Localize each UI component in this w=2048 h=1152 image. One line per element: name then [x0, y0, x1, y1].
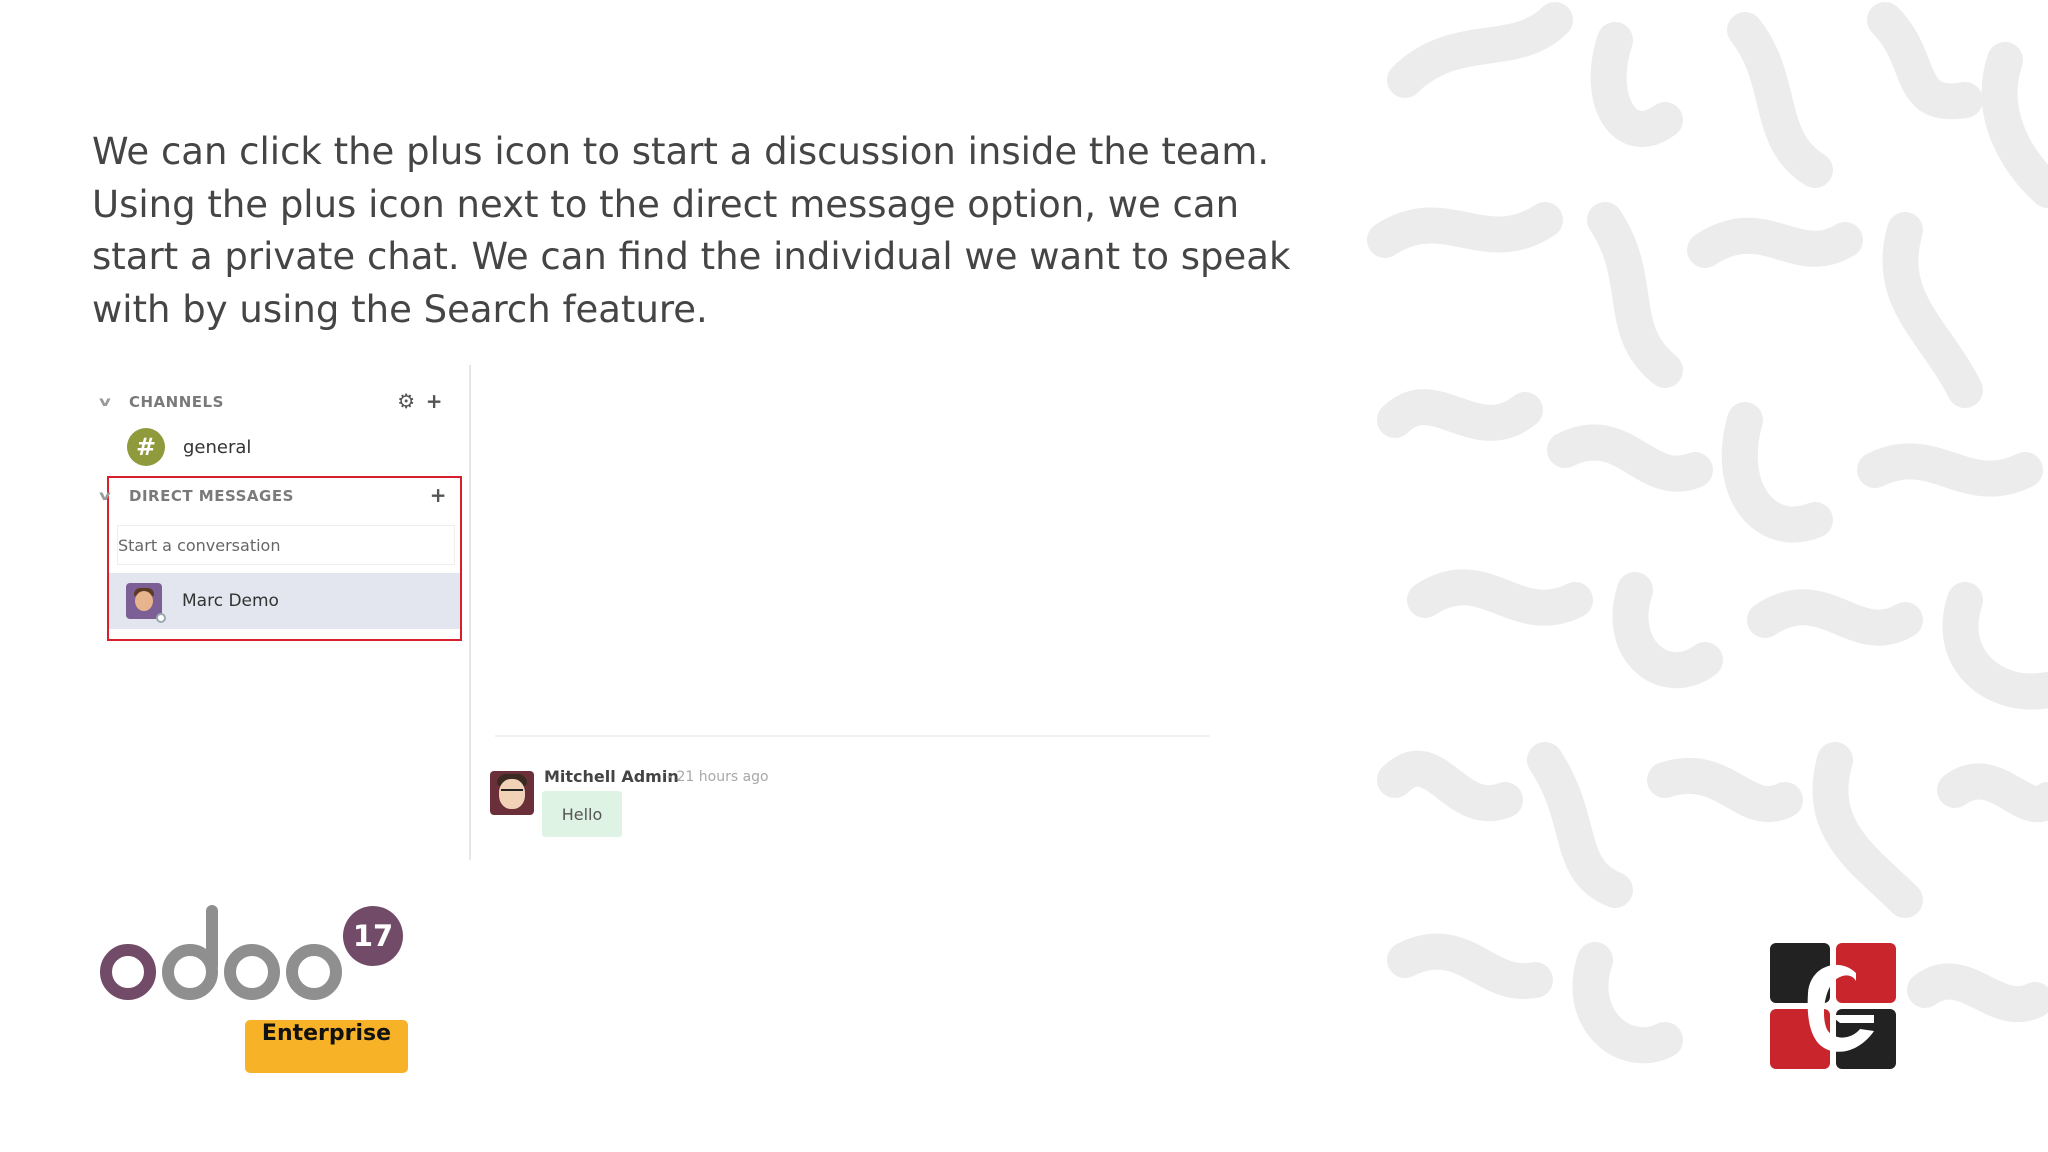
chevron-down-icon[interactable]: v: [99, 489, 127, 504]
channels-header[interactable]: v CHANNELS ⚙ +: [99, 387, 463, 417]
sidebar-divider: [469, 365, 471, 860]
discuss-screenshot: v CHANNELS ⚙ + # general v DIRECT MESSAG…: [95, 365, 1215, 870]
avatar: [126, 583, 166, 623]
chevron-down-icon[interactable]: v: [99, 395, 127, 410]
avatar[interactable]: [490, 771, 534, 815]
add-channel-plus-icon[interactable]: +: [426, 389, 443, 413]
channels-header-label: CHANNELS: [129, 393, 224, 411]
message-timestamp: - 21 hours ago: [667, 769, 769, 785]
intro-paragraph: We can click the plus icon to start a di…: [92, 130, 1291, 331]
company-logo: [1770, 943, 1896, 1069]
gear-icon[interactable]: ⚙: [397, 389, 415, 413]
channels-tools: ⚙ +: [397, 389, 443, 413]
direct-messages-tools: +: [430, 483, 447, 507]
odoo-logo: 17 Enterprise: [95, 900, 415, 1080]
message-bubble: Hello: [542, 791, 622, 837]
contact-suggestion-marc-demo[interactable]: Marc Demo: [109, 573, 460, 629]
message-author[interactable]: Mitchell Admin: [544, 767, 679, 786]
version-badge: 17: [343, 906, 403, 966]
hash-icon: #: [127, 428, 165, 466]
add-direct-message-plus-icon[interactable]: +: [430, 483, 447, 507]
channel-item-general[interactable]: # general: [127, 427, 251, 467]
direct-messages-header[interactable]: v DIRECT MESSAGES +: [99, 481, 463, 511]
status-indicator-icon: [156, 613, 166, 623]
direct-messages-header-label: DIRECT MESSAGES: [129, 487, 294, 505]
message-divider: [495, 735, 1210, 737]
edition-badge: Enterprise: [245, 1020, 408, 1073]
start-conversation-input[interactable]: [117, 525, 455, 565]
contact-name: Marc Demo: [182, 591, 279, 611]
channel-label: general: [183, 436, 252, 458]
decorative-pattern: [1365, 0, 2048, 1152]
